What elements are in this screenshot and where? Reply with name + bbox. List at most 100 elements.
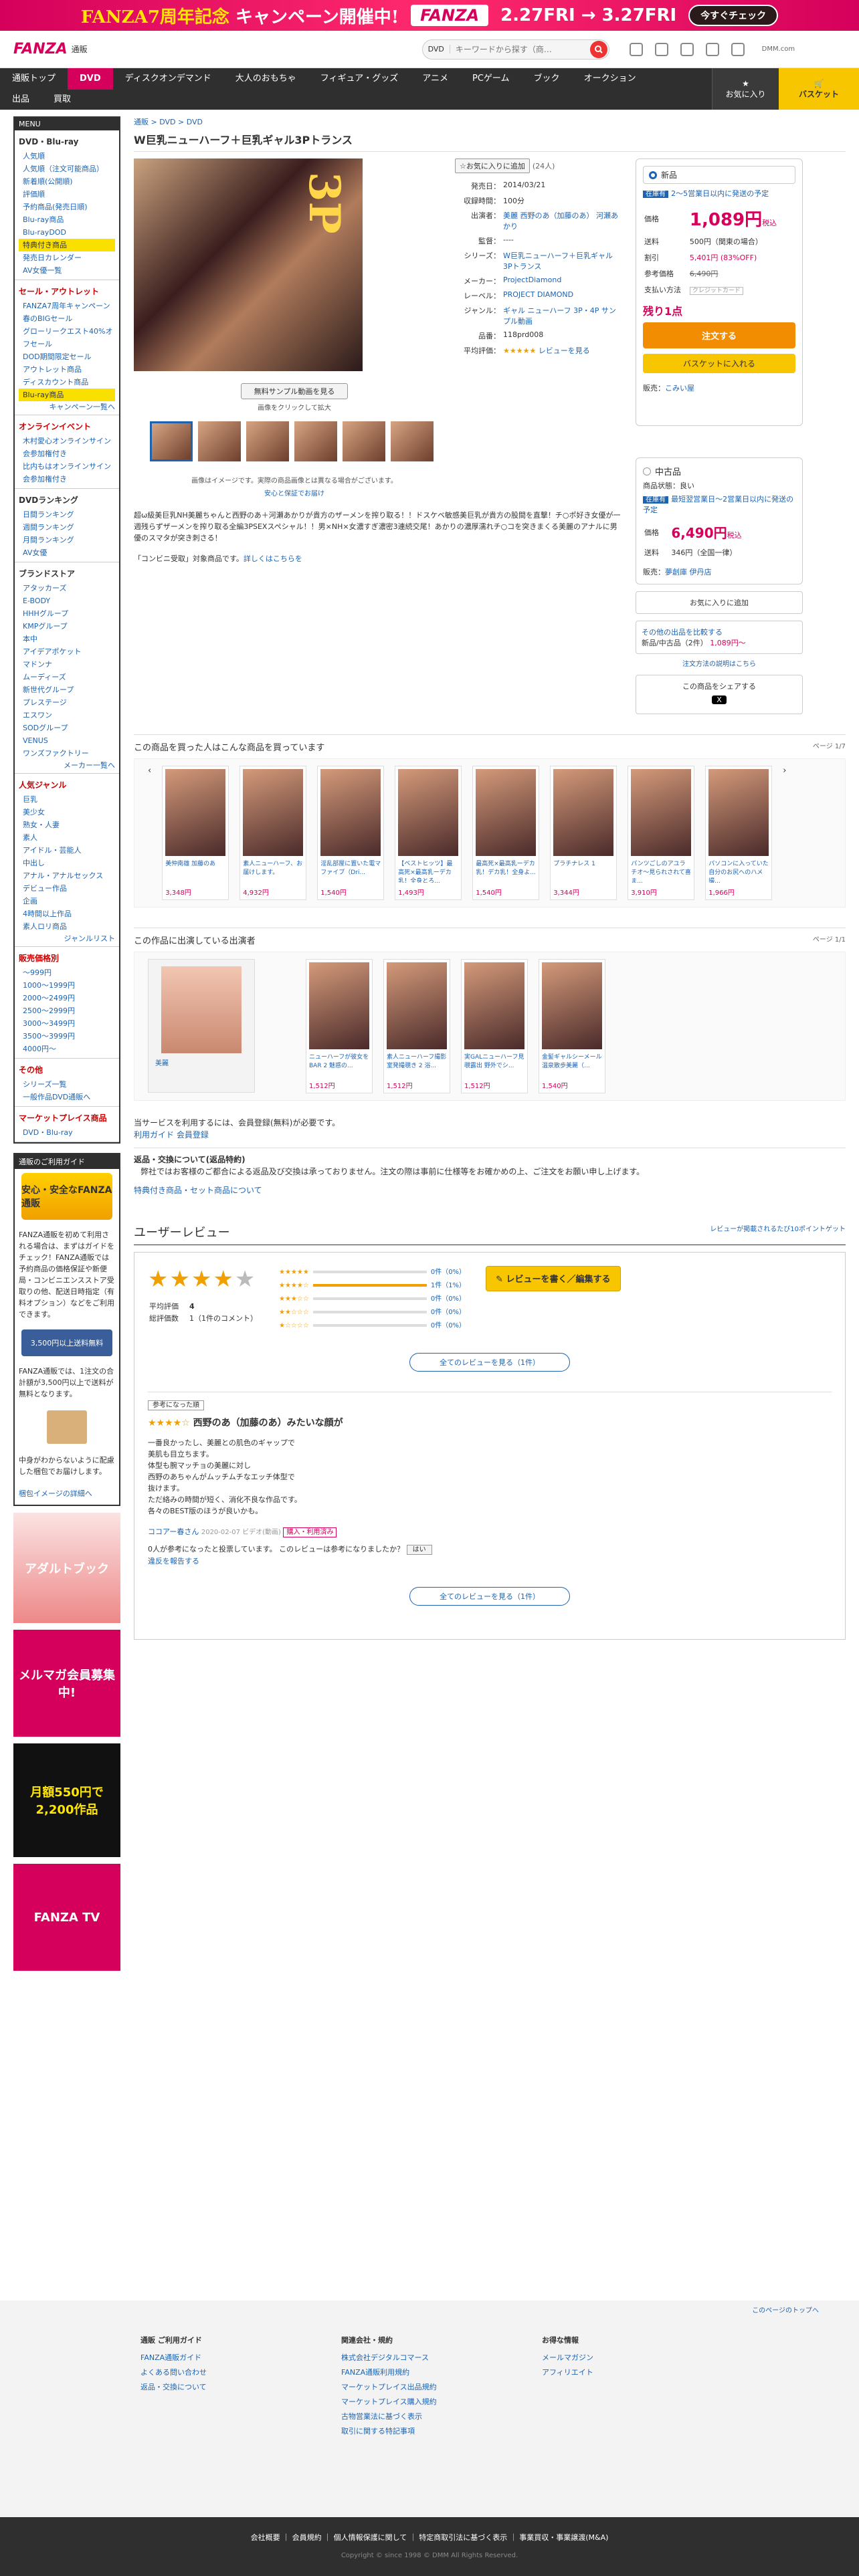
page-top-link[interactable]: このページのトップへ: [0, 2300, 859, 2319]
sidebar-item[interactable]: 日間ランキング: [19, 508, 115, 521]
info-value[interactable]: W巨乳ニューハーフ＋巨乳ギャル3Pトランス: [502, 248, 622, 274]
sidebar-item[interactable]: ムーディーズ: [19, 671, 115, 683]
product-thumbnail[interactable]: [320, 769, 381, 856]
footer-link[interactable]: 返品・交換について: [140, 2380, 321, 2395]
sidebar-item[interactable]: Blu-ray商品: [19, 213, 115, 226]
nav-item[interactable]: 出品: [0, 90, 41, 110]
product-card-title[interactable]: 美仲南雄 加藤のあ: [165, 859, 225, 883]
point-icon[interactable]: [705, 42, 719, 56]
sidebar-item[interactable]: プレステージ: [19, 696, 115, 709]
chevron-right-icon[interactable]: ›: [783, 766, 786, 776]
footer-link[interactable]: FANZA通販利用規約: [341, 2365, 522, 2380]
product-card[interactable]: 淫乱部屋に置いた電マファイブ（Dri... 1,540円: [317, 766, 385, 900]
sidebar-item[interactable]: アナル・アナルセックス: [19, 869, 115, 882]
product-thumbnail[interactable]: [309, 962, 369, 1049]
nav-item[interactable]: ディスクオンデマンド: [113, 68, 223, 90]
rating-count[interactable]: 0件（0%）: [431, 1269, 466, 1276]
product-card[interactable]: 【ベストヒッツ】最高死×最高乳ーデカ乳！全身とろ... 1,493円: [395, 766, 462, 900]
rating-count[interactable]: 0件（0%）: [431, 1295, 466, 1303]
sidebar-item[interactable]: 本中: [19, 633, 115, 645]
rating-count[interactable]: 0件（0%）: [431, 1309, 466, 1316]
sidebar-item[interactable]: DOD期間限定セール: [19, 350, 115, 363]
nav-item[interactable]: ブック: [522, 68, 572, 90]
sidebar-item[interactable]: 素人ロリ商品: [19, 920, 115, 933]
actor-card[interactable]: 美麗: [148, 959, 255, 1093]
image-note-link[interactable]: 安心と保証でお届け: [134, 488, 455, 498]
sidebar-item[interactable]: グローリークエスト40%オフセール: [19, 325, 115, 350]
compare-link[interactable]: その他の出品を比較する: [642, 627, 797, 637]
sort-select[interactable]: 参考になった順: [148, 1400, 204, 1410]
footer-link[interactable]: FANZA通販ガイド: [140, 2351, 321, 2365]
sidebar-item[interactable]: 評価順: [19, 188, 115, 201]
sidebar-item[interactable]: 週間ランキング: [19, 521, 115, 534]
nav-item[interactable]: 買取: [41, 90, 83, 110]
sidebar-item[interactable]: 一般作品DVD通販へ: [19, 1091, 115, 1103]
footer-links[interactable]: 会社概要 ｜ 会員規約 ｜ 個人情報保護に関して ｜ 特定商取引法に基づく表示 …: [0, 2532, 859, 2543]
sidebar-item[interactable]: 月間ランキング: [19, 534, 115, 546]
sidebar-item[interactable]: 2500〜2999円: [19, 1004, 115, 1017]
product-card-title[interactable]: パソコンに入っていた自分のお尻へのハメ撮...: [708, 859, 769, 883]
sidebar-item[interactable]: アイデアポケット: [19, 645, 115, 658]
actor-name[interactable]: 美麗: [155, 1057, 248, 1067]
ad-fanza-tv[interactable]: FANZA TV: [13, 1864, 120, 1971]
product-card-title[interactable]: パンツごしのアユラチオ〜見られされて喜ま...: [631, 859, 691, 883]
thumbnail[interactable]: [150, 421, 193, 461]
sidebar-item[interactable]: Blu-rayDOD: [19, 226, 115, 239]
x-share-icon[interactable]: X: [712, 695, 727, 704]
radio-icon[interactable]: [643, 467, 651, 475]
product-card-title[interactable]: プラチナレス 1: [553, 859, 613, 883]
sidebar-item[interactable]: アウトレット商品: [19, 363, 115, 376]
sidebar-item[interactable]: AV女優一覧: [19, 264, 115, 277]
review-link[interactable]: レビューを見る: [539, 346, 590, 355]
nav-item[interactable]: 通販トップ: [0, 68, 68, 90]
footer-link[interactable]: マーケットプレイス出品規約: [341, 2380, 522, 2395]
all-reviews-button-bottom[interactable]: 全てのレビューを見る（1件）: [409, 1587, 570, 1606]
info-value[interactable]: PROJECT DIAMOND: [502, 288, 622, 303]
sidebar-item[interactable]: 木村愛心オンラインサイン会参加権付き: [19, 435, 115, 460]
sidebar-item[interactable]: 美少女: [19, 806, 115, 819]
sidebar-more-link[interactable]: ジャンルリスト: [19, 933, 115, 944]
sidebar-item[interactable]: マドンナ: [19, 658, 115, 671]
sidebar-item[interactable]: デビュー作品: [19, 882, 115, 895]
order-help-link[interactable]: 注文方法の説明はこちら: [636, 658, 803, 668]
ad-monthly[interactable]: 月額550円で2,200作品: [13, 1743, 120, 1857]
sidebar-item[interactable]: 3000〜3499円: [19, 1017, 115, 1030]
all-reviews-button[interactable]: 全てのレビューを見る（1件）: [409, 1353, 570, 1372]
order-button[interactable]: 注文する: [643, 322, 795, 348]
product-card-title[interactable]: 素人ニューハーフ撮影室発撮覗き 2 浴...: [387, 1052, 447, 1076]
product-card[interactable]: プラチナレス 1 3,344円: [550, 766, 617, 900]
thumbnail[interactable]: [294, 421, 337, 461]
sidebar-item[interactable]: 2000〜2499円: [19, 992, 115, 1004]
menu-icon[interactable]: [629, 42, 643, 56]
sidebar-item[interactable]: 4000円〜: [19, 1043, 115, 1055]
product-card-title[interactable]: 【ベストヒッツ】最高死×最高乳ーデカ乳！全身とろ...: [398, 859, 458, 883]
product-thumbnail[interactable]: [243, 769, 304, 856]
sidebar-item[interactable]: 熟女・人妻: [19, 819, 115, 831]
sidebar-item[interactable]: 1000〜1999円: [19, 979, 115, 992]
product-thumbnail[interactable]: [631, 769, 692, 856]
helpful-yes-button[interactable]: はい: [406, 1545, 432, 1555]
footer-link[interactable]: マーケットプレイス購入規約: [341, 2395, 522, 2409]
product-card-title[interactable]: 最高死×最高乳ーデカ乳！デカ乳！全身よ...: [476, 859, 536, 883]
info-value[interactable]: ProjectDiamond: [502, 274, 622, 288]
dmm-link[interactable]: DMM.com: [762, 45, 795, 53]
product-card[interactable]: パソコンに入っていた自分のお尻へのハメ撮... 1,966円: [705, 766, 773, 900]
product-card[interactable]: ニューハーフが彼女をBAR 2 魅惑の... 1,512円: [306, 959, 373, 1093]
thumbnail[interactable]: [343, 421, 385, 461]
sidebar-item[interactable]: SODグループ: [19, 722, 115, 734]
product-card-title[interactable]: ニューハーフが彼女をBAR 2 魅惑の...: [309, 1052, 369, 1076]
add-favorite-button[interactable]: ☆お気に入りに追加: [455, 158, 530, 173]
info-value[interactable]: ギャル ニューハーフ 3P・4P サンプル動画: [502, 303, 622, 328]
bonus-link[interactable]: 特典付き商品・セット商品について: [134, 1184, 846, 1196]
campaign-banner[interactable]: FANZA7周年記念 キャンペーン開催中! FANZA 2.27FRI → 3.…: [0, 0, 859, 31]
product-thumbnail[interactable]: [708, 769, 769, 856]
product-card[interactable]: パンツごしのアユラチオ〜見られされて喜ま... 3,910円: [628, 766, 695, 900]
sidebar-item[interactable]: VENUS: [19, 734, 115, 747]
write-review-button[interactable]: ✎ レビューを書く／編集する: [486, 1266, 621, 1291]
package-link[interactable]: 梱包イメージの詳細へ: [15, 1483, 119, 1505]
sidebar-item[interactable]: FANZA7周年キャンペーン: [19, 300, 115, 312]
footer-link[interactable]: アフィリエイト: [542, 2365, 723, 2380]
nav-item[interactable]: オークション: [572, 68, 648, 90]
sidebar-item[interactable]: 4時間以上作品: [19, 907, 115, 920]
search-input[interactable]: [450, 44, 590, 54]
